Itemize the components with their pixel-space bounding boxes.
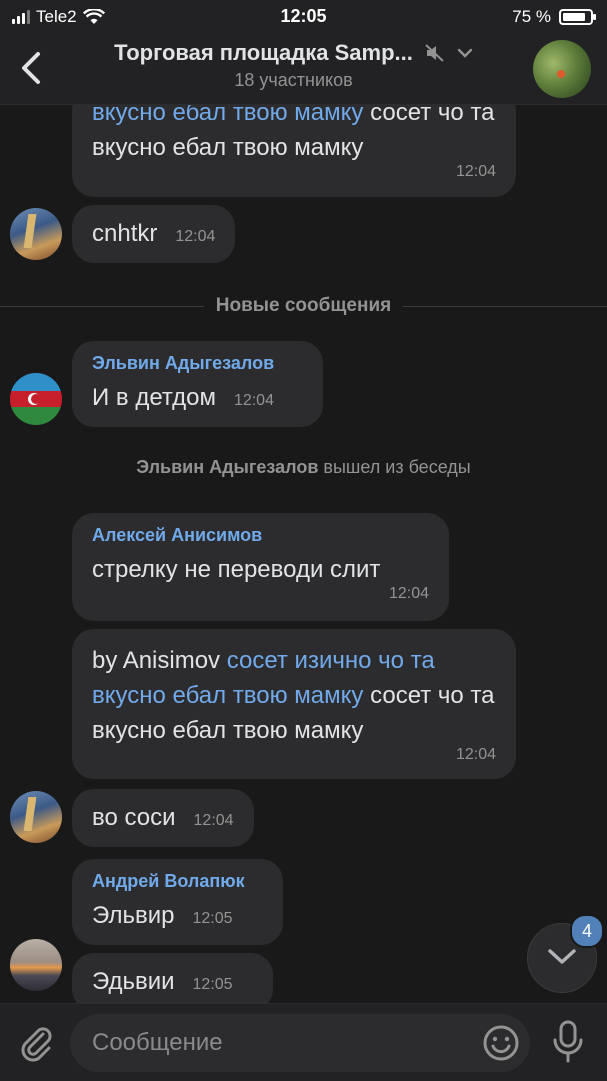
microphone-icon[interactable] xyxy=(550,1020,586,1064)
message-list[interactable]: вкусно ебал твою мамку сосет чо та вкусн… xyxy=(0,105,607,1003)
battery-icon xyxy=(559,9,596,25)
flag-image xyxy=(10,373,62,425)
message-text: Эдьвии xyxy=(92,968,175,995)
chevron-down-icon xyxy=(548,949,576,964)
back-arrow-icon[interactable] xyxy=(14,48,50,88)
message-text: стрелку не переводи слит xyxy=(92,556,381,583)
message-bubble[interactable]: Эдьвии 12:05 xyxy=(72,953,273,1003)
battery-area: 75 % xyxy=(512,7,596,27)
message-link[interactable]: вкусно ебал твою мамку xyxy=(92,105,363,126)
message-bubble[interactable]: by Anisimov сосет изично чо та вкусно еб… xyxy=(72,629,516,779)
message-bubble[interactable]: Алексей Анисимов стрелку не переводи сли… xyxy=(72,513,449,621)
message-time: 12:04 xyxy=(193,812,234,829)
members-count: 18 участников xyxy=(234,70,353,90)
avatar[interactable] xyxy=(10,791,62,843)
avatar[interactable] xyxy=(10,208,62,260)
message-time: 12:04 xyxy=(233,392,274,409)
message-bubble[interactable]: во соси 12:04 xyxy=(72,789,254,847)
message-text: Эльвир xyxy=(92,902,175,929)
scroll-down-button[interactable]: 4 xyxy=(527,914,604,993)
message-bubble[interactable]: вкусно ебал твою мамку сосет чо та вкусн… xyxy=(72,105,516,197)
chat-title: Торговая площадка Samp... xyxy=(114,40,413,65)
chat-header: Торговая площадка Samp... 18 участников xyxy=(0,34,607,105)
muted-icon xyxy=(425,44,444,62)
message-text: by Anisimov сосет изично чо та вкусно еб… xyxy=(92,643,496,748)
unread-badge: 4 xyxy=(570,914,604,948)
message-composer xyxy=(0,1003,607,1081)
status-bar: Tele2 12:05 75 % xyxy=(0,0,607,34)
message-text: во соси xyxy=(92,804,176,831)
message-text-part: by Anisimov xyxy=(92,647,227,674)
chevron-down-icon xyxy=(457,48,473,58)
message-bubble[interactable]: cnhtkr 12:04 xyxy=(72,205,236,263)
battery-percent: 75 % xyxy=(512,7,551,26)
message-text: И в детдом xyxy=(92,384,216,411)
service-user[interactable]: Эльвин Адыгезалов xyxy=(136,457,318,477)
new-messages-divider: Новые сообщения xyxy=(0,293,607,319)
message-input[interactable] xyxy=(70,1014,530,1072)
message-bubble[interactable]: Андрей Волапюк Эльвир 12:05 xyxy=(72,859,283,945)
message-time: 12:04 xyxy=(175,228,216,245)
divider-label: Новые сообщения xyxy=(215,295,392,316)
avatar[interactable] xyxy=(10,373,62,425)
avatar[interactable] xyxy=(10,939,62,991)
message-text: вкусно ебал твою мамку сосет чо та вкусн… xyxy=(92,105,496,165)
attach-icon[interactable] xyxy=(16,1022,56,1062)
message-text: cnhtkr xyxy=(92,220,158,247)
service-action: вышел из беседы xyxy=(318,457,471,477)
message-bubble[interactable]: Эльвин Адыгезалов И в детдом 12:04 xyxy=(72,341,323,427)
service-message: Эльвин Адыгезалов вышел из беседы xyxy=(0,457,607,478)
message-time: 12:05 xyxy=(192,976,233,993)
message-time: 12:05 xyxy=(192,910,233,927)
chat-title-block[interactable]: Торговая площадка Samp... 18 участников xyxy=(70,40,517,91)
chat-avatar[interactable] xyxy=(533,40,591,98)
emoji-icon[interactable] xyxy=(482,1024,520,1062)
sender-name[interactable]: Алексей Анисимов xyxy=(92,525,429,546)
sender-name[interactable]: Эльвин Адыгезалов xyxy=(92,353,303,374)
sender-name[interactable]: Андрей Волапюк xyxy=(92,871,263,892)
message-time: 12:04 xyxy=(388,585,429,602)
message-time: 12:04 xyxy=(455,163,496,180)
message-time: 12:04 xyxy=(455,746,496,763)
